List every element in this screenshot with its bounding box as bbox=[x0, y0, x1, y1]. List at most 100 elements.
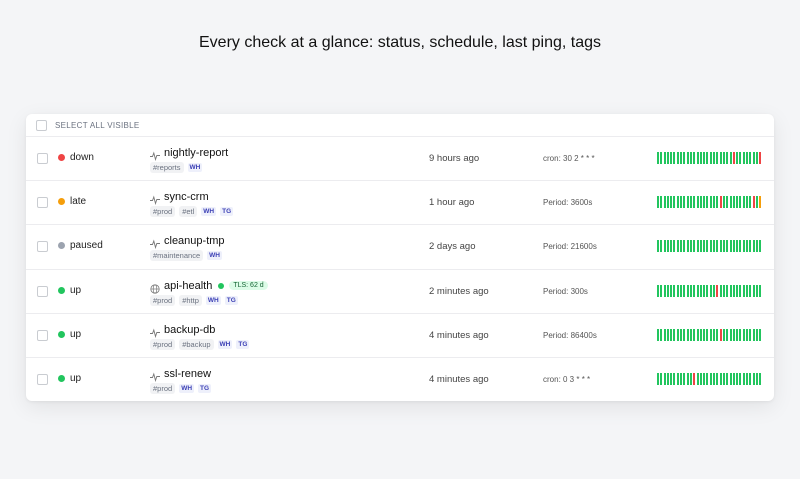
history-bar bbox=[713, 372, 716, 385]
history-bar bbox=[726, 284, 729, 297]
history-bar bbox=[742, 240, 745, 253]
status-indicator: up bbox=[58, 329, 81, 340]
history-bar bbox=[666, 328, 669, 341]
history-bar bbox=[706, 240, 709, 253]
history-bar bbox=[706, 372, 709, 385]
history-bar bbox=[663, 196, 666, 209]
history-bar bbox=[732, 152, 735, 164]
history-bar bbox=[676, 152, 679, 164]
tag-chip[interactable]: #http bbox=[179, 294, 202, 306]
channel-badge: WH bbox=[207, 251, 222, 261]
check-row[interactable]: up backup-db #prod #backup WH TG 4 minutes ago… bbox=[26, 314, 774, 358]
check-name[interactable]: sync-crm bbox=[164, 191, 209, 203]
last-ping: 2 minutes ago bbox=[429, 285, 489, 297]
tag-chip[interactable]: #etl bbox=[179, 206, 198, 218]
history-bar bbox=[732, 284, 735, 297]
heartbeat-icon bbox=[150, 192, 160, 206]
history-bar bbox=[686, 372, 689, 385]
history-bar bbox=[657, 196, 659, 209]
tag-chip[interactable]: #prod bbox=[150, 294, 176, 306]
history-bar bbox=[696, 284, 699, 297]
check-name-line: backup-db bbox=[150, 324, 215, 338]
schedule: Period: 3600s bbox=[543, 198, 593, 208]
history-bar bbox=[749, 196, 752, 209]
check-name[interactable]: cleanup-tmp bbox=[164, 235, 225, 247]
check-row[interactable]: late sync-crm #prod #etl WH TG 1 hour ago Perio… bbox=[26, 181, 774, 226]
history-bar bbox=[752, 372, 755, 385]
history-bar bbox=[759, 372, 762, 385]
check-name-line: cleanup-tmp bbox=[150, 235, 225, 250]
history-bar bbox=[706, 284, 709, 297]
row-checkbox[interactable] bbox=[37, 329, 48, 341]
select-all-checkbox[interactable] bbox=[36, 119, 47, 131]
tag-chip[interactable]: #prod bbox=[150, 382, 176, 394]
history-bar bbox=[709, 152, 712, 164]
history-bar bbox=[673, 284, 676, 297]
history-bar bbox=[663, 328, 666, 341]
tag-chip[interactable]: #maintenance bbox=[150, 250, 204, 262]
history-bar bbox=[660, 328, 663, 341]
ping-history-sparkline bbox=[657, 196, 763, 209]
row-checkbox[interactable] bbox=[37, 197, 48, 209]
history-bar bbox=[703, 152, 706, 164]
channel-badge: TG bbox=[220, 207, 234, 217]
row-checkbox[interactable] bbox=[37, 241, 48, 253]
tag-chip[interactable]: #prod bbox=[150, 206, 176, 218]
history-bar bbox=[666, 196, 669, 209]
history-bar bbox=[749, 372, 752, 385]
history-bar bbox=[713, 152, 716, 164]
page-heading: Every check at a glance: status, schedul… bbox=[199, 34, 601, 51]
history-bar bbox=[716, 196, 719, 209]
tag-chip[interactable]: #backup bbox=[179, 338, 214, 350]
history-bar bbox=[719, 152, 722, 164]
history-bar bbox=[752, 328, 755, 341]
check-row[interactable]: down nightly-report #reports WH 9 hours ago c… bbox=[26, 137, 774, 182]
history-bar bbox=[657, 284, 659, 297]
history-bar bbox=[699, 372, 702, 385]
history-bar bbox=[722, 372, 725, 385]
check-row[interactable]: up ssl-renew #prod WH TG 4 minutes ago cron: 0… bbox=[26, 358, 774, 401]
history-bar bbox=[660, 196, 663, 209]
history-bar bbox=[729, 284, 732, 297]
tls-status-dot bbox=[218, 282, 225, 289]
history-bar bbox=[746, 328, 749, 341]
history-bar bbox=[670, 196, 673, 209]
check-name[interactable]: ssl-renew bbox=[164, 368, 211, 380]
history-bar bbox=[752, 240, 755, 253]
history-bar bbox=[686, 240, 689, 253]
check-name[interactable]: backup-db bbox=[164, 324, 215, 336]
history-bar bbox=[676, 328, 679, 341]
history-bar bbox=[703, 284, 706, 297]
check-row[interactable]: paused cleanup-tmp #maintenance WH 2 days ag… bbox=[26, 225, 774, 270]
history-bar bbox=[696, 372, 699, 385]
check-name[interactable]: nightly-report bbox=[164, 147, 228, 159]
history-bar bbox=[683, 284, 686, 297]
ping-history-sparkline bbox=[657, 152, 763, 164]
history-bar bbox=[660, 372, 663, 385]
history-bar bbox=[742, 152, 745, 164]
history-bar bbox=[693, 196, 696, 209]
history-bar bbox=[726, 240, 729, 253]
history-bar bbox=[742, 372, 745, 385]
history-bar bbox=[722, 240, 725, 253]
history-bar bbox=[699, 152, 702, 164]
check-name[interactable]: api-health bbox=[164, 280, 212, 292]
history-bar bbox=[755, 284, 758, 297]
check-row[interactable]: up api-health TLS: 62 d #prod #http WH TG 2 min… bbox=[26, 270, 774, 314]
history-bar bbox=[709, 284, 712, 297]
row-checkbox[interactable] bbox=[37, 153, 48, 164]
last-ping: 2 days ago bbox=[429, 241, 476, 253]
history-bar bbox=[676, 196, 679, 209]
history-bar bbox=[726, 372, 729, 385]
row-checkbox[interactable] bbox=[37, 373, 48, 385]
history-bar bbox=[686, 196, 689, 209]
channel-badge: TG bbox=[236, 339, 250, 349]
history-bar bbox=[660, 284, 663, 297]
row-checkbox[interactable] bbox=[37, 285, 48, 297]
tag-chip[interactable]: #prod bbox=[150, 338, 176, 350]
history-bar bbox=[676, 240, 679, 253]
history-bar bbox=[689, 240, 692, 253]
history-bar bbox=[739, 196, 742, 209]
status-dot bbox=[58, 198, 65, 206]
tag-chip[interactable]: #reports bbox=[150, 162, 184, 173]
